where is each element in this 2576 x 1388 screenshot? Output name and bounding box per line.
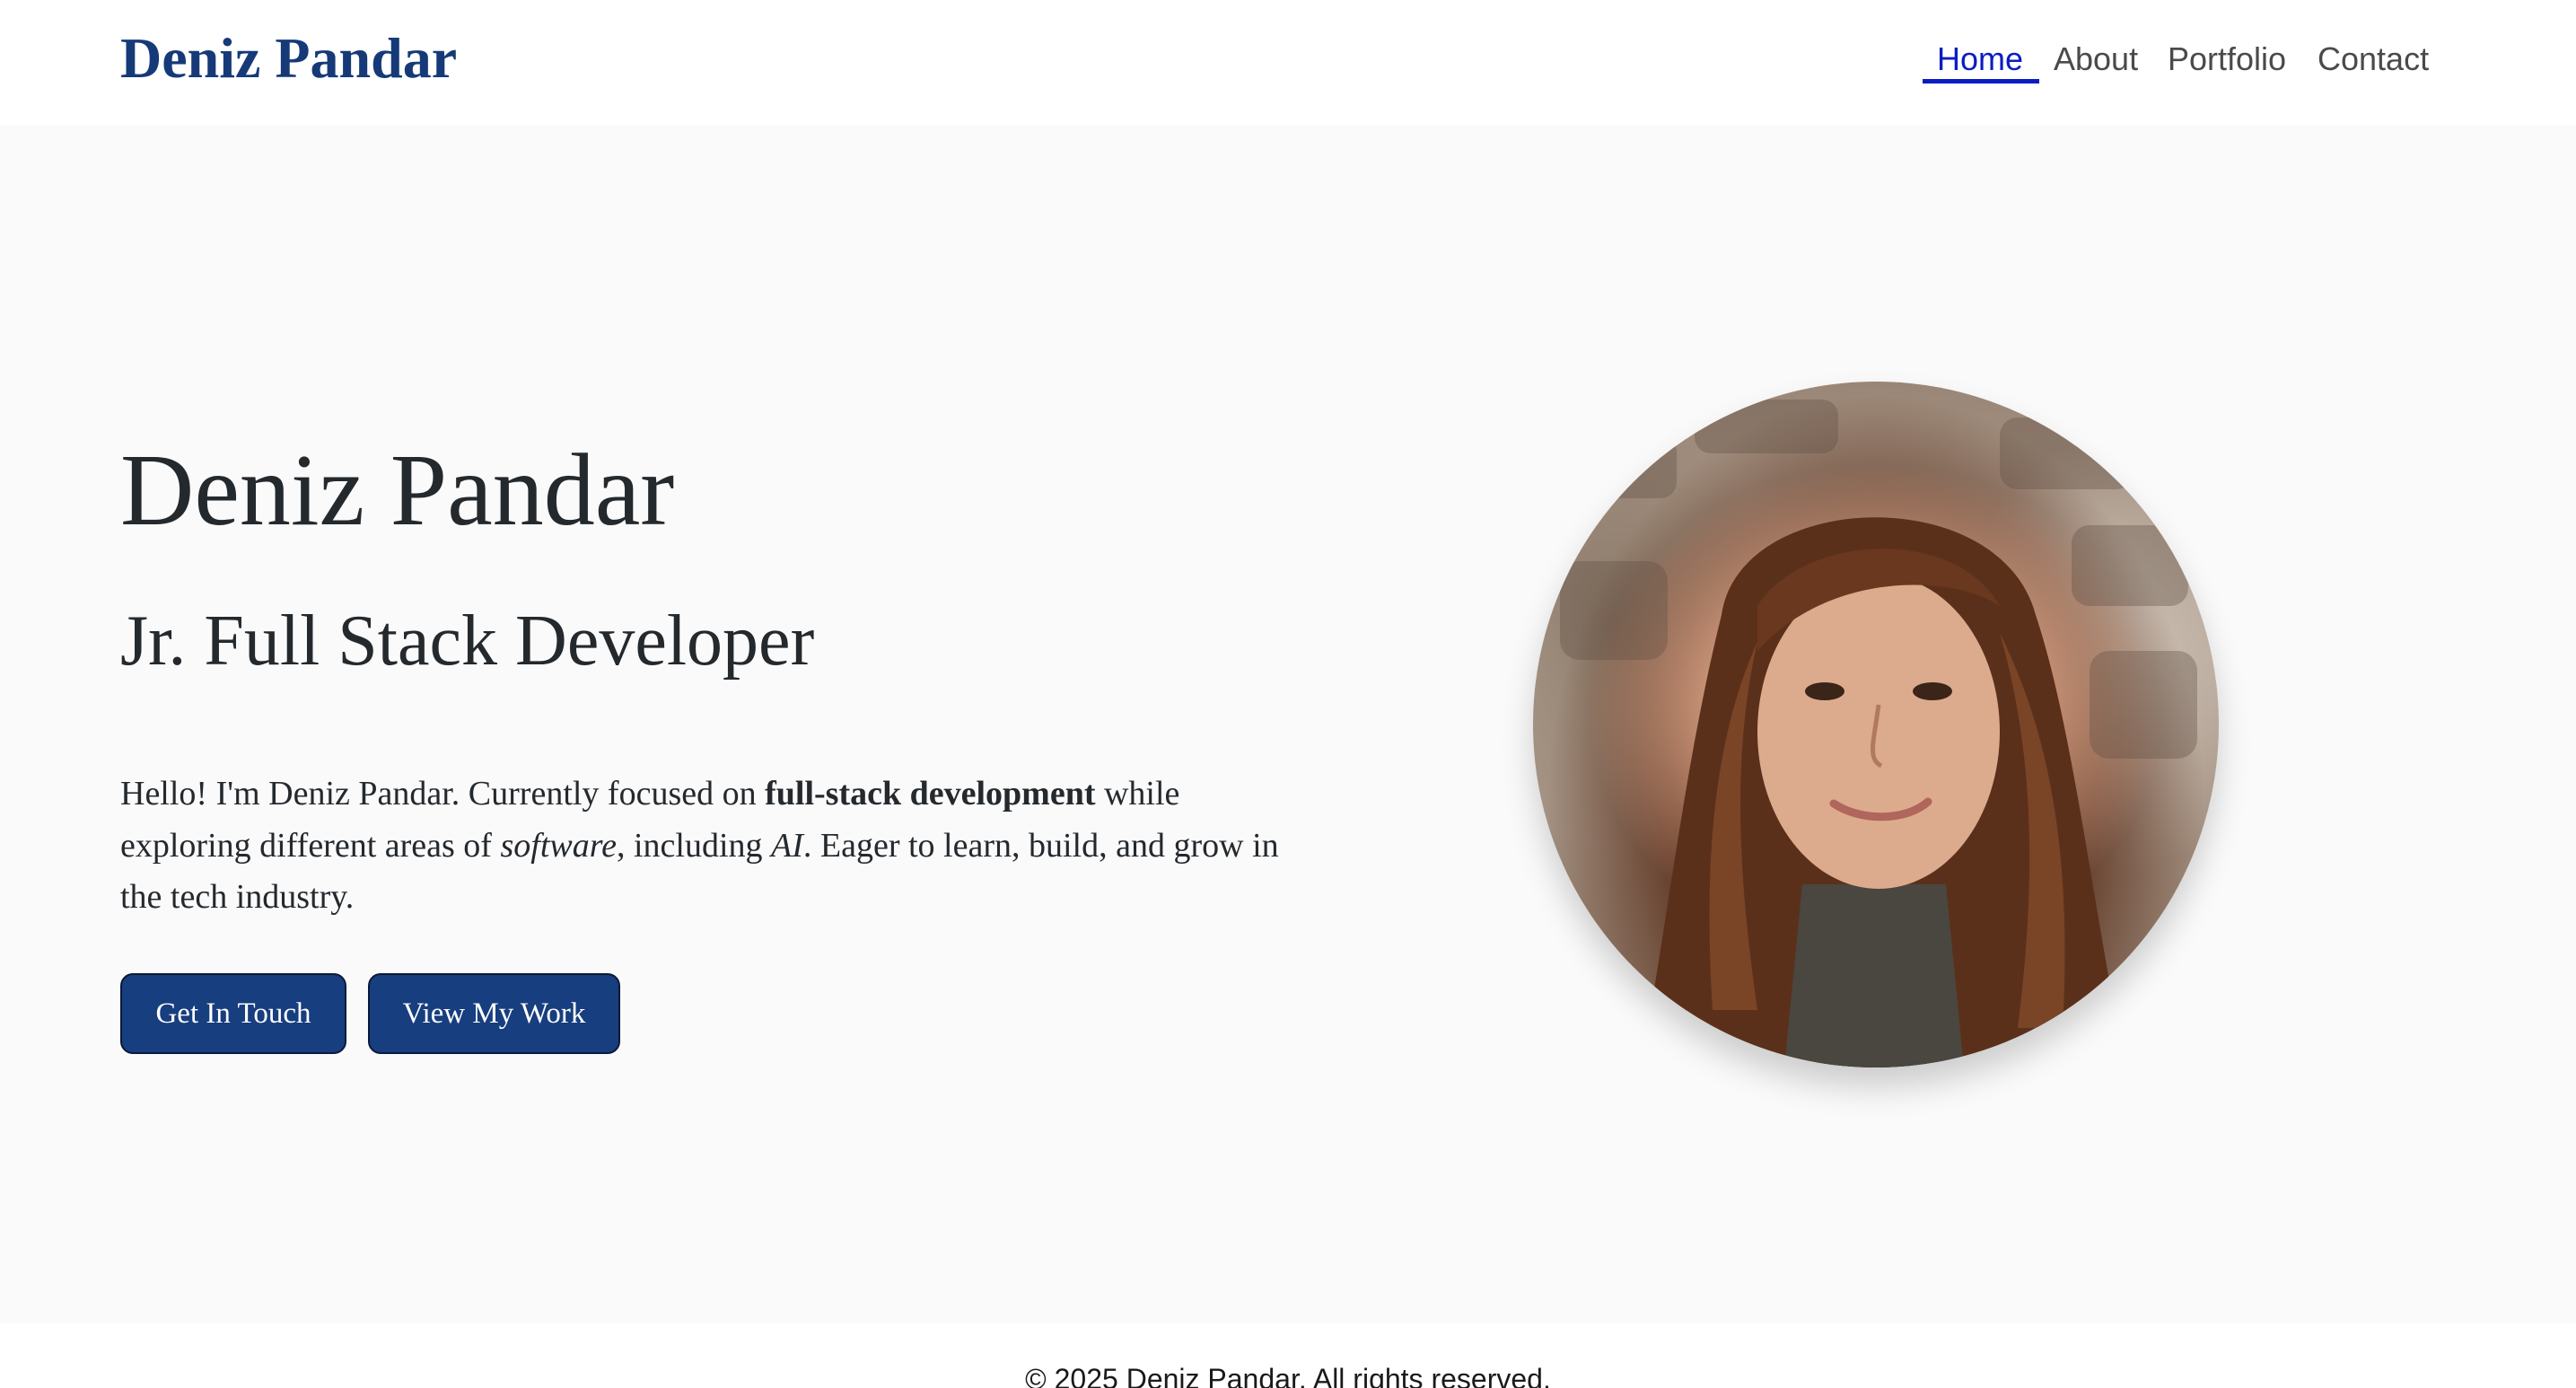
hero-role: Jr. Full Stack Developer [120,602,815,681]
intro-italic-ai: AI [771,826,803,865]
brand-logo[interactable]: Deniz Pandar [120,22,457,95]
view-my-work-button[interactable]: View My Work [368,973,620,1054]
nav-home[interactable]: Home [1937,34,2023,84]
site-footer: © 2025 Deniz Pandar. All rights reserved… [0,1323,2576,1388]
get-in-touch-button[interactable]: Get In Touch [120,973,346,1054]
profile-photo [1533,382,2219,1067]
nav-about[interactable]: About [2054,34,2138,84]
copyright-text: © 2025 Deniz Pandar. All rights reserved… [1025,1363,1551,1388]
site-header: Deniz Pandar Home About Portfolio Contac… [0,0,2576,125]
hero-intro: Hello! I'm Deniz Pandar. Currently focus… [120,769,1287,924]
portrait-illustration [1551,400,2197,1067]
nav-contact[interactable]: Contact [2318,34,2429,84]
nav-portfolio[interactable]: Portfolio [2168,34,2286,84]
intro-bold: full-stack development [765,775,1096,813]
intro-text-1: Hello! I'm Deniz Pandar. Currently focus… [120,775,766,813]
intro-italic-software: software [500,826,617,865]
intro-text-3: , including [616,826,772,865]
nav-active-underline [1923,79,2039,83]
hero-name: Deniz Pandar [120,433,675,547]
hero-section: Deniz Pandar Jr. Full Stack Developer He… [0,125,2576,1323]
